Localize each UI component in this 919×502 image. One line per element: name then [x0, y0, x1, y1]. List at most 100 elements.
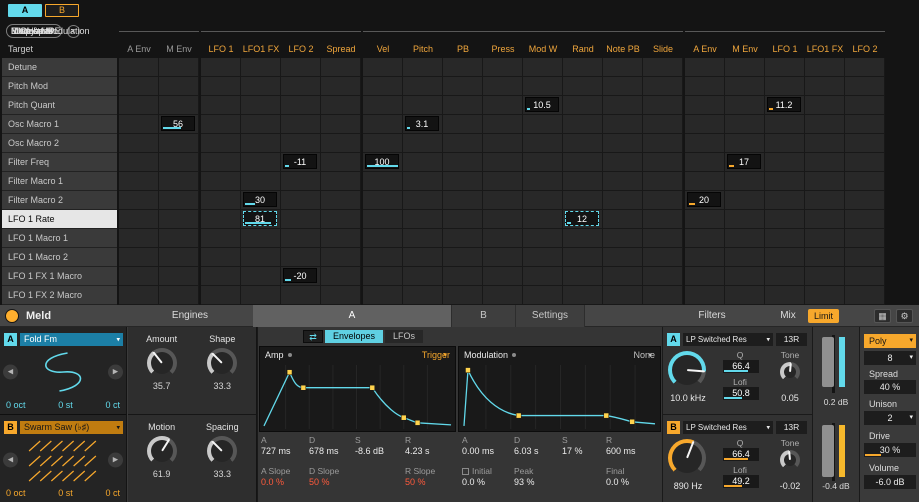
matrix-cell[interactable] — [643, 96, 683, 115]
subtab-envelopes[interactable]: Envelopes — [325, 330, 383, 343]
matrix-cell[interactable] — [281, 229, 321, 248]
matrix-cell[interactable] — [159, 172, 199, 191]
engine-a-next-button[interactable]: ▶ — [108, 365, 123, 380]
mod-final-value[interactable]: 0.0 % — [606, 477, 660, 494]
matrix-cell[interactable] — [523, 172, 563, 191]
matrix-row-label[interactable]: Filter Macro 1 — [2, 172, 117, 191]
matrix-cell[interactable] — [643, 58, 683, 77]
matrix-cell[interactable] — [321, 229, 361, 248]
matrix-row-label[interactable]: Osc Macro 2 — [2, 134, 117, 153]
matrix-cell[interactable] — [241, 77, 281, 96]
filter-b-lofi-value[interactable]: 49.2 — [723, 475, 759, 488]
amp-a-slope-value[interactable]: 0.0 % — [261, 477, 309, 494]
matrix-cell[interactable] — [363, 286, 403, 305]
drive-value[interactable]: 30 % — [864, 443, 916, 457]
matrix-cell[interactable] — [281, 77, 321, 96]
engine-a-st[interactable]: 0 st — [58, 400, 73, 410]
matrix-cell[interactable] — [845, 115, 885, 134]
matrix-cell[interactable] — [363, 96, 403, 115]
matrix-cell[interactable] — [765, 77, 805, 96]
matrix-cell[interactable] — [321, 115, 361, 134]
matrix-cell[interactable] — [643, 115, 683, 134]
matrix-cell[interactable] — [159, 286, 199, 305]
matrix-cell[interactable] — [403, 77, 443, 96]
gain-b-value[interactable]: -0.4 dB — [813, 481, 859, 491]
matrix-cell[interactable] — [119, 210, 159, 229]
matrix-cell[interactable] — [685, 77, 725, 96]
engine-a-selector[interactable]: Fold Fm — [20, 333, 123, 346]
wrench-icon[interactable]: ⚙ — [896, 309, 913, 323]
matrix-cell[interactable]: 56 — [159, 115, 199, 134]
matrix-cell[interactable] — [725, 229, 765, 248]
matrix-cell[interactable] — [765, 267, 805, 286]
matrix-cell[interactable] — [725, 96, 765, 115]
matrix-cell[interactable] — [443, 96, 483, 115]
matrix-row-label[interactable]: LFO 1 Macro 1 — [2, 229, 117, 248]
matrix-value-cell[interactable]: 30 — [243, 192, 277, 207]
mod-d-value[interactable]: 6.03 s — [514, 446, 562, 463]
filter-a-freq-value[interactable]: 10.0 kHz — [663, 393, 713, 403]
filter-a-type[interactable]: LP Switched Res — [683, 333, 773, 346]
matrix-cell[interactable] — [201, 286, 241, 305]
matrix-cell[interactable] — [845, 134, 885, 153]
matrix-cell[interactable] — [725, 172, 765, 191]
matrix-cell[interactable] — [523, 153, 563, 172]
matrix-cell[interactable] — [159, 248, 199, 267]
matrix-cell[interactable] — [845, 248, 885, 267]
matrix-cell[interactable] — [685, 96, 725, 115]
matrix-cell[interactable] — [685, 286, 725, 305]
motion-knob[interactable] — [135, 436, 189, 466]
matrix-cell[interactable] — [443, 58, 483, 77]
matrix-cell[interactable] — [403, 96, 443, 115]
matrix-cell[interactable] — [603, 210, 643, 229]
matrix-cell[interactable] — [765, 191, 805, 210]
matrix-cell[interactable] — [725, 134, 765, 153]
matrix-cell[interactable] — [603, 115, 643, 134]
engine-b-oct[interactable]: 0 oct — [6, 488, 26, 498]
matrix-cell[interactable] — [363, 191, 403, 210]
matrix-cell[interactable] — [765, 210, 805, 229]
engine-b-prev-button[interactable]: ◀ — [3, 453, 18, 468]
matrix-cell[interactable] — [119, 134, 159, 153]
matrix-cell[interactable] — [603, 286, 643, 305]
limit-toggle[interactable]: Limit — [808, 309, 839, 323]
matrix-cell[interactable] — [563, 96, 603, 115]
matrix-cell[interactable] — [443, 172, 483, 191]
matrix-cell[interactable] — [685, 134, 725, 153]
shape-knob[interactable] — [195, 348, 249, 378]
matrix-cell[interactable] — [241, 286, 281, 305]
matrix-cell[interactable] — [363, 248, 403, 267]
matrix-cell[interactable] — [845, 96, 885, 115]
matrix-cell[interactable] — [281, 134, 321, 153]
matrix-cell[interactable] — [363, 115, 403, 134]
matrix-cell[interactable] — [403, 58, 443, 77]
matrix-cell[interactable] — [403, 172, 443, 191]
matrix-cell[interactable] — [483, 229, 523, 248]
matrix-cell[interactable] — [363, 229, 403, 248]
matrix-cell[interactable] — [845, 58, 885, 77]
matrix-cell[interactable] — [483, 210, 523, 229]
matrix-value-cell[interactable]: 3.1 — [405, 116, 439, 131]
matrix-cell[interactable] — [563, 248, 603, 267]
matrix-cell[interactable] — [281, 248, 321, 267]
matrix-cell[interactable] — [119, 172, 159, 191]
matrix-cell[interactable] — [201, 96, 241, 115]
engine-a-prev-button[interactable]: ◀ — [3, 365, 18, 380]
matrix-cell[interactable] — [321, 134, 361, 153]
amp-envelope-graph[interactable] — [262, 365, 453, 429]
matrix-cell[interactable] — [805, 153, 845, 172]
matrix-cell[interactable] — [201, 248, 241, 267]
filter-a-lofi-value[interactable]: 50.8 — [723, 387, 759, 400]
matrix-value-cell[interactable]: 11.2 — [767, 97, 801, 112]
matrix-cell[interactable] — [845, 153, 885, 172]
matrix-cell[interactable] — [603, 267, 643, 286]
matrix-value-cell[interactable]: -11 — [283, 154, 317, 169]
mod-initial-value[interactable]: 0.0 % — [462, 477, 514, 494]
matrix-cell[interactable] — [643, 172, 683, 191]
matrix-cell[interactable] — [603, 172, 643, 191]
matrix-cell[interactable] — [281, 191, 321, 210]
matrix-cell[interactable] — [201, 267, 241, 286]
matrix-cell[interactable] — [685, 267, 725, 286]
matrix-cell[interactable] — [321, 286, 361, 305]
matrix-cell[interactable] — [119, 58, 159, 77]
